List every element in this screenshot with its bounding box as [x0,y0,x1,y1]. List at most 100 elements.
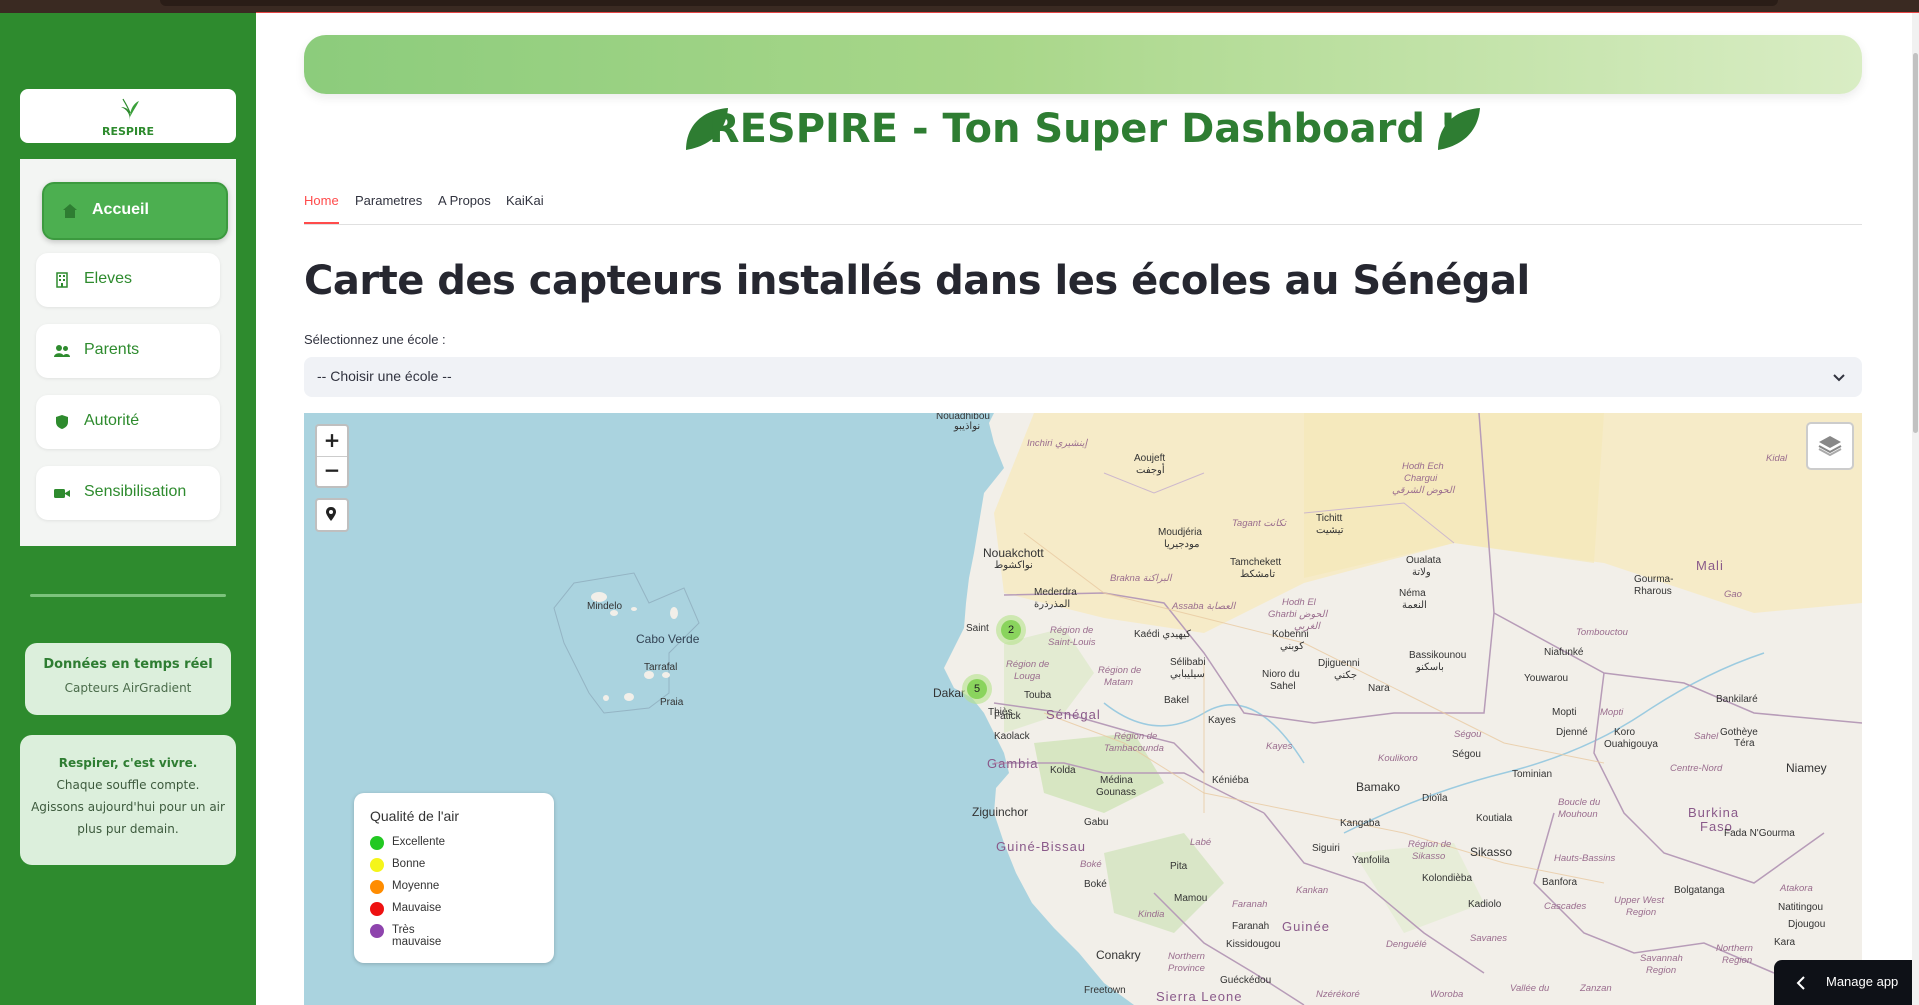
map-label: Néma [1399,588,1426,599]
tab-home[interactable]: Home [304,193,339,208]
chevron-down-icon [1833,374,1845,382]
map-label: Tamchekett [1230,557,1282,568]
map-label: Cascades [1544,901,1587,912]
map-label: Fatick [994,711,1021,722]
map-label: Ségou [1452,749,1481,760]
map-label: Koro [1614,727,1636,738]
legend-label: Mauvaise [392,902,442,914]
map-label: Gabu [1084,817,1109,828]
map-label: Region [1626,907,1657,918]
header-banner [304,35,1862,94]
map-label: باسكنو [1416,662,1444,673]
map-label: Kara [1774,937,1796,948]
map-label: Faranah [1232,921,1270,932]
map-label: Bakel [1164,695,1190,706]
map-label: Kaolack [994,731,1030,742]
map-label: Région de [1006,659,1050,670]
cluster-count: 5 [967,679,987,699]
nav-panel: Accueil Eleves Parents Autorité Sensibil… [20,159,236,546]
sidebar: RESPIRE Accueil Eleves Parents Autorité … [0,13,256,1005]
map-label: Bankilaré [1716,694,1758,705]
building-icon [56,272,68,288]
realtime-card: Données en temps réel Capteurs AirGradie… [25,643,231,715]
sensor-map[interactable]: Nouadhibou نواذيبو Inchiri إينشيري Aouje… [304,413,1862,1005]
tab-parametres[interactable]: Parametres [355,193,422,208]
map-label: Centre-Nord [1670,763,1723,774]
map-label: Bolgatanga [1674,885,1725,896]
legend-label: Très mauvaise [392,924,442,948]
map-label: مودجيريا [1164,539,1200,550]
map-label: Siguiri [1312,843,1340,854]
map-label: ولاتة [1412,567,1431,578]
sidebar-item-eleves[interactable]: Eleves [36,253,220,307]
map-label: Dakar [933,686,966,700]
map-label: Kankan [1296,885,1329,896]
map-label: Gharbi الحوض [1268,609,1328,620]
map-label: Nara [1368,683,1390,694]
people-icon [54,345,70,357]
map-label: Boucle du [1558,797,1601,808]
map-label: Assaba العصابة [1172,601,1236,612]
tab-a-propos[interactable]: A Propos [438,193,491,208]
zoom-in-button[interactable]: + [317,426,347,457]
map-label: نواذيبو [954,421,981,432]
sidebar-item-autorite[interactable]: Autorité [36,395,220,449]
browser-address-strip [160,0,1778,6]
map-label: Nzérékoré [1316,989,1360,1000]
map-label: Pita [1170,861,1188,872]
legend-label: Bonne [392,858,426,870]
map-label: Faranah [1232,899,1268,910]
legend-dot [370,902,384,916]
page-scrollbar[interactable] [1912,13,1919,1005]
zoom-out-button[interactable]: − [317,456,347,486]
sensor-cluster-marker[interactable]: 5 [962,674,992,704]
map-label: Atakora [1780,883,1813,894]
layers-control[interactable] [1806,422,1854,470]
map-label: أوجفت [1136,465,1165,476]
map-label: Inchiri إينشيري [1027,438,1088,449]
map-label: Niafunké [1544,647,1584,658]
map-label: Sahel [1270,681,1296,692]
sidebar-divider [30,594,226,597]
map-label: Bassikounou [1409,650,1467,661]
sidebar-item-accueil[interactable]: Accueil [42,182,228,240]
legend-dot [370,880,384,894]
map-label: Zanzan [1580,983,1612,994]
map-label: Mali [1696,558,1724,573]
quote-line: Chaque souffle compte. [56,778,200,792]
browser-top-bar [0,0,1919,13]
school-select[interactable]: -- Choisir une école -- [304,357,1862,397]
map-label: Banfora [1542,877,1578,888]
map-label: Téra [1734,738,1755,749]
map-label: نواكشوط [994,560,1033,571]
map-label: Bamako [1356,780,1401,794]
map-label: سيليبابي [1170,669,1205,680]
map-label: Mederdra [1034,587,1077,598]
map-label: Woroba [1430,989,1464,1000]
map-label: Gothèye [1720,727,1758,738]
quote-line: Respirer, c'est vivre. [58,756,198,770]
tab-kaikai[interactable]: KaiKai [506,193,544,208]
map-label: Guinée [1282,919,1330,934]
quote-line: plus pur demain. [77,822,179,836]
map-label: Mindelo [587,601,623,612]
manage-app-button[interactable]: Manage app [1774,960,1919,1005]
map-label: Dioïla [1422,793,1448,804]
map-label: Gao [1724,589,1742,600]
map-label: Vallée du [1510,983,1550,994]
logo-text: RESPIRE [101,125,155,138]
sensor-cluster-marker[interactable]: 2 [996,615,1026,645]
manage-app-label: Manage app [1826,974,1899,989]
sidebar-item-parents[interactable]: Parents [36,324,220,378]
legend-dot [370,836,384,850]
sidebar-item-sensibilisation[interactable]: Sensibilisation [36,466,220,520]
map-label: Kangaba [1340,818,1381,829]
map-label: Nouakchott [983,546,1044,560]
map-label: Tarrafal [644,662,678,673]
map-label: Youwarou [1524,673,1569,684]
map-label: Kindia [1138,909,1165,920]
locate-button[interactable] [315,498,349,532]
scrollbar-thumb[interactable] [1913,53,1918,433]
map-label: Kéniéba [1212,775,1249,786]
map-label: Province [1168,963,1205,974]
